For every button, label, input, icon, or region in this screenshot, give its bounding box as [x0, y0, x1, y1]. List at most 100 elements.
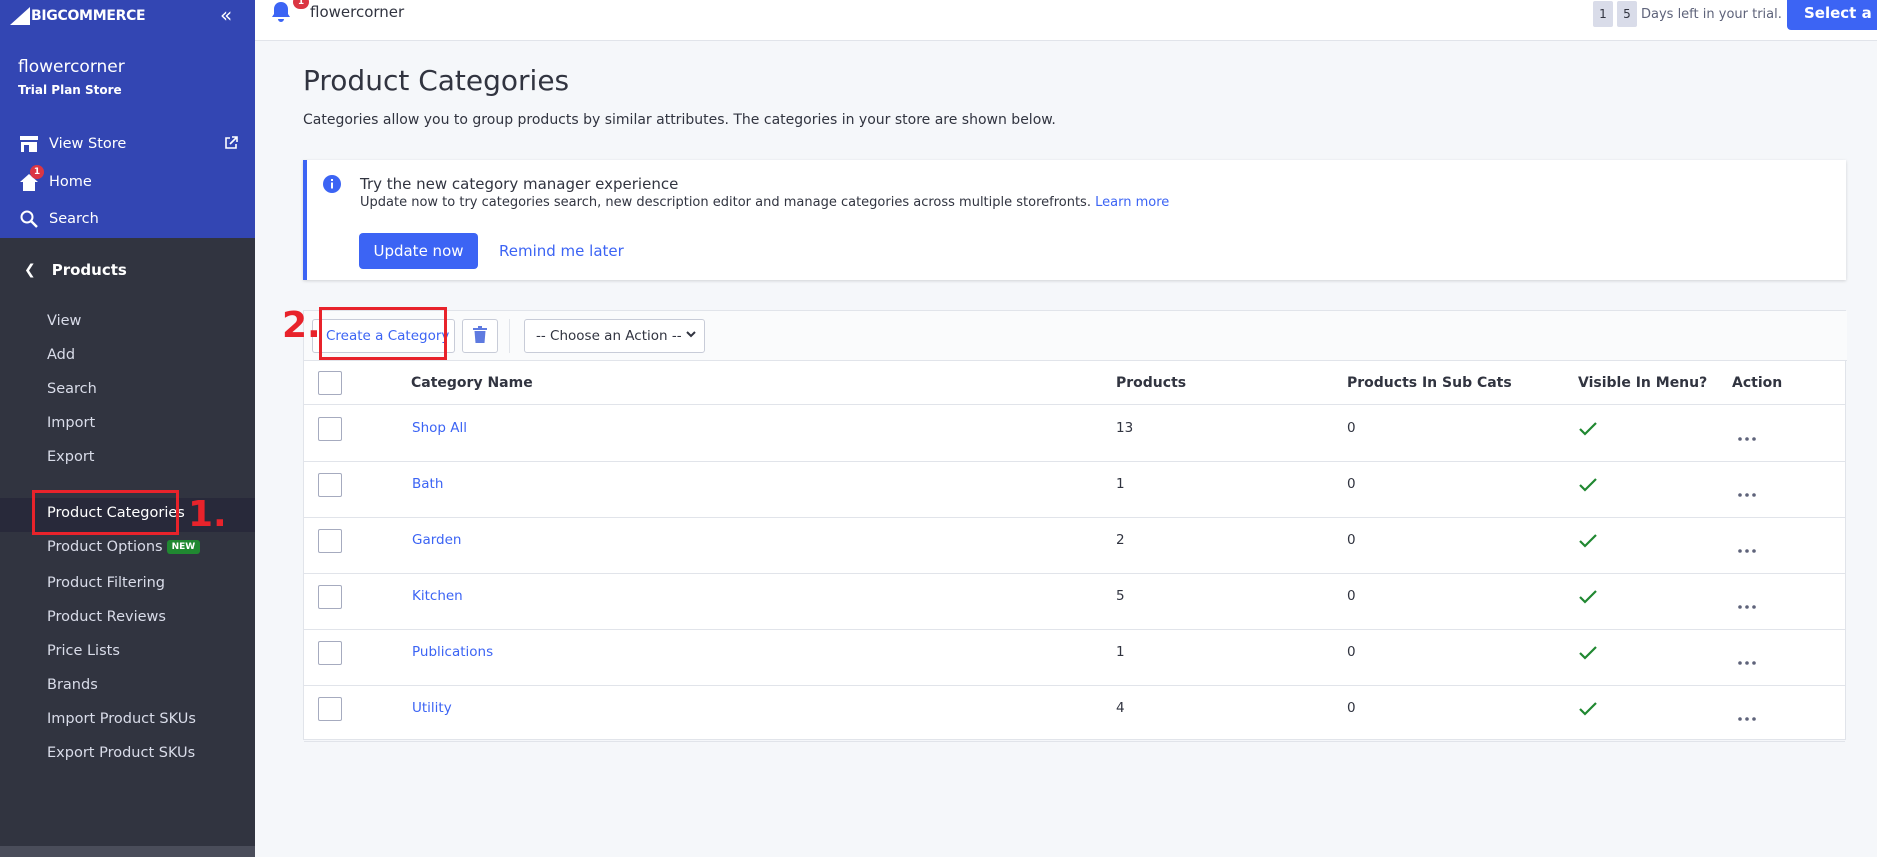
info-icon [323, 175, 341, 197]
update-now-button[interactable]: Update now [359, 233, 478, 269]
logo-text-commerce: COMMERCE [57, 8, 146, 24]
remind-me-later-button[interactable]: Remind me later [499, 233, 624, 269]
sidebar-section-products[interactable]: ❮ Products [24, 261, 127, 279]
chevron-left-icon: ❮ [24, 262, 36, 278]
more-actions-icon[interactable] [1738, 538, 1756, 557]
search-icon [18, 208, 40, 230]
sidebar-item-label: Product Options [47, 539, 163, 555]
row-checkbox[interactable] [318, 529, 342, 553]
table-row: Shop All 13 0 [304, 406, 1845, 462]
category-name-link[interactable]: Publications [412, 644, 493, 660]
sidebar-item-import[interactable]: Import [47, 415, 95, 431]
sub-cats-count: 0 [1347, 420, 1356, 436]
row-checkbox[interactable] [318, 417, 342, 441]
column-products[interactable]: Products [1116, 375, 1186, 391]
checkmark-icon [1579, 533, 1597, 552]
sub-cats-count: 0 [1347, 644, 1356, 660]
page-description: Categories allow you to group products b… [303, 112, 1056, 128]
select-all-checkbox[interactable] [318, 371, 342, 395]
row-checkbox[interactable] [318, 641, 342, 665]
notification-bell-icon[interactable]: 1 [269, 0, 309, 28]
store-name: flowercorner [18, 57, 125, 77]
category-name-link[interactable]: Shop All [412, 420, 467, 436]
sidebar-item-add[interactable]: Add [47, 347, 75, 363]
sidebar-link-label: View Store [49, 136, 127, 152]
sidebar-item-product-reviews[interactable]: Product Reviews [47, 609, 166, 625]
table-row: Utility 4 0 [304, 686, 1845, 742]
checkmark-icon [1579, 477, 1597, 496]
products-count: 5 [1116, 588, 1125, 604]
category-name-link[interactable]: Kitchen [412, 588, 463, 604]
annotation-box-2 [319, 307, 447, 360]
home-icon: 1 [18, 165, 44, 193]
new-badge: NEW [166, 540, 201, 554]
top-store-name[interactable]: flowercorner [310, 3, 404, 21]
sidebar: BIG COMMERCE « flowercorner Trial Plan St… [0, 0, 255, 857]
annotation-box-1 [32, 490, 179, 535]
sidebar-item-brands[interactable]: Brands [47, 677, 98, 693]
column-category-name[interactable]: Category Name [411, 375, 533, 391]
storefront-icon [18, 133, 40, 155]
sidebar-item-export[interactable]: Export [47, 449, 94, 465]
external-link-icon[interactable] [224, 135, 238, 154]
sidebar-item-product-filtering[interactable]: Product Filtering [47, 575, 165, 591]
top-bar: 1 flowercorner 1 5 Days left in your tri… [255, 0, 1877, 41]
more-actions-icon[interactable] [1738, 650, 1756, 669]
category-name-link[interactable]: Utility [412, 700, 452, 716]
checkmark-icon [1579, 701, 1597, 720]
sidebar-link-label: Home [49, 174, 92, 190]
more-actions-icon[interactable] [1738, 594, 1756, 613]
choose-action-select[interactable]: -- Choose an Action -- [524, 319, 705, 353]
sidebar-header: BIG COMMERCE « flowercorner Trial Plan St… [0, 0, 255, 238]
banner-text: Update now to try categories search, new… [360, 195, 1169, 210]
select-plan-button[interactable]: Select a Plan [1787, 0, 1877, 30]
column-visible-in-menu[interactable]: Visible In Menu? [1578, 375, 1707, 391]
sub-cats-count: 0 [1347, 700, 1356, 716]
sidebar-link-label: Search [49, 211, 99, 227]
more-actions-icon[interactable] [1738, 426, 1756, 445]
category-name-link[interactable]: Garden [412, 532, 461, 548]
row-checkbox[interactable] [318, 473, 342, 497]
row-checkbox[interactable] [318, 585, 342, 609]
page-title: Product Categories [303, 64, 570, 97]
products-count: 13 [1116, 420, 1134, 436]
column-action: Action [1732, 375, 1783, 391]
table-header: Category Name Products Products In Sub C… [304, 361, 1845, 405]
collapse-sidebar-icon[interactable]: « [220, 5, 232, 25]
sidebar-item-search[interactable]: Search [47, 381, 97, 397]
sidebar-section-label: Products [51, 261, 127, 279]
more-actions-icon[interactable] [1738, 706, 1756, 725]
sidebar-item-view[interactable]: View [47, 313, 81, 329]
trial-digit: 5 [1617, 1, 1637, 27]
learn-more-link[interactable]: Learn more [1095, 195, 1169, 210]
chevron-down-icon [685, 328, 697, 344]
banner-body: Update now to try categories search, new… [360, 195, 1091, 210]
sidebar-link-home[interactable]: 1 Home [18, 165, 92, 194]
checkmark-icon [1579, 421, 1597, 440]
column-products-in-sub-cats[interactable]: Products In Sub Cats [1347, 375, 1512, 391]
checkmark-icon [1579, 589, 1597, 608]
trial-digit: 1 [1593, 1, 1613, 27]
sidebar-link-search[interactable]: Search [18, 207, 99, 231]
sidebar-link-view-store[interactable]: View Store [18, 132, 126, 156]
sidebar-item-price-lists[interactable]: Price Lists [47, 643, 120, 659]
category-name-link[interactable]: Bath [412, 476, 443, 492]
row-checkbox[interactable] [318, 697, 342, 721]
trial-counter: 1 5 Days left in your trial. [1593, 1, 1782, 27]
more-actions-icon[interactable] [1738, 482, 1756, 501]
annotation-number-1: 1. [188, 494, 227, 535]
sidebar-item-export-skus[interactable]: Export Product SKUs [47, 745, 195, 761]
delete-button[interactable] [462, 319, 498, 353]
table-toolbar: Create a Category -- Choose an Action -- [304, 311, 1847, 361]
sub-cats-count: 0 [1347, 588, 1356, 604]
sub-cats-count: 0 [1347, 532, 1356, 548]
sub-cats-count: 0 [1347, 476, 1356, 492]
annotation-number-2: 2. [282, 305, 321, 346]
bigcommerce-logo[interactable]: BIG COMMERCE [10, 5, 146, 27]
trial-text: Days left in your trial. [1641, 6, 1782, 22]
category-manager-banner: Try the new category manager experience … [303, 160, 1846, 280]
sidebar-item-import-skus[interactable]: Import Product SKUs [47, 711, 196, 727]
sidebar-item-product-options[interactable]: Product Options NEW [47, 539, 201, 555]
table-row: Garden 2 0 [304, 518, 1845, 574]
table-row: Kitchen 5 0 [304, 574, 1845, 630]
